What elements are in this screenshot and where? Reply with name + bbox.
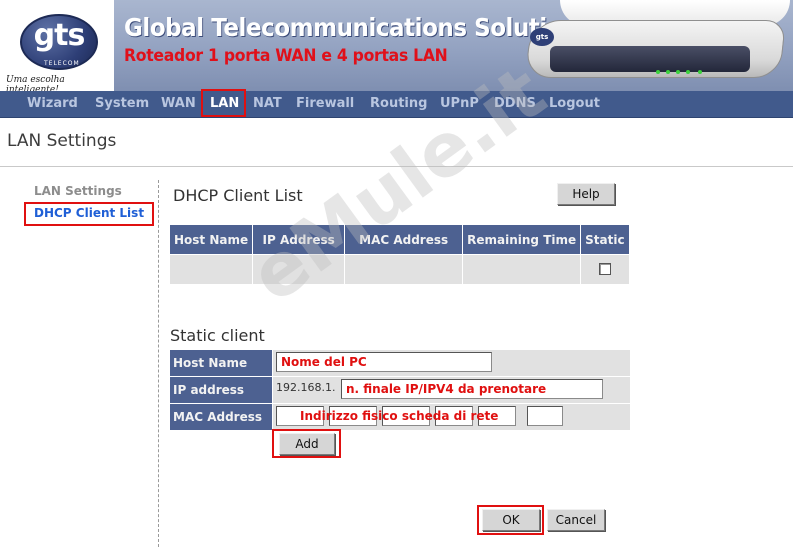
sidebar-item-dhcp-client-list[interactable]: DHCP Client List	[34, 206, 144, 220]
logo-text: gts	[33, 18, 86, 53]
mac-octet-6-input[interactable]	[527, 406, 563, 426]
column-header-static: Static	[580, 224, 630, 255]
table-cell	[462, 254, 582, 285]
router-led	[656, 70, 660, 74]
static-checkbox[interactable]	[598, 263, 611, 275]
logo-subtext: TELECOM	[44, 60, 80, 67]
table-cell	[580, 254, 630, 285]
table-row	[168, 254, 630, 285]
nav-firewall[interactable]: Firewall	[296, 96, 354, 111]
router-front-panel	[550, 46, 750, 72]
ok-button[interactable]: OK	[482, 509, 540, 531]
table-cell	[344, 254, 464, 285]
host-name-input[interactable]: Nome del PC	[276, 352, 492, 372]
page-title: LAN Settings	[7, 131, 117, 151]
sidebar-item-lan-settings[interactable]: LAN Settings	[34, 184, 122, 198]
column-header-remaining-time: Remaining Time	[462, 224, 582, 255]
router-badge: gts	[530, 28, 554, 46]
mac-address-hint: Indirizzo fisico scheda di rete	[300, 409, 499, 423]
nav-nat[interactable]: NAT	[253, 96, 282, 111]
header-banner: gts TELECOM Uma escolha inteligente! Glo…	[0, 0, 793, 91]
table-cell	[252, 254, 346, 285]
ip-last-octet-input[interactable]: n. finale IP/IPV4 da prenotare	[341, 379, 603, 399]
ip-prefix: 192.168.1.	[276, 381, 336, 394]
add-button[interactable]: Add	[279, 433, 335, 455]
nav-wan[interactable]: WAN	[161, 96, 196, 111]
cancel-button[interactable]: Cancel	[547, 509, 605, 531]
router-led	[698, 70, 702, 74]
nav-logout[interactable]: Logout	[549, 96, 600, 111]
column-header-ip-address: IP Address	[252, 224, 346, 255]
nav-ddns[interactable]: DDNS	[494, 96, 536, 111]
table-cell	[168, 254, 254, 285]
title-divider	[0, 166, 793, 167]
nav-routing[interactable]: Routing	[370, 96, 427, 111]
host-name-label: Host Name	[169, 349, 273, 377]
sidebar-divider	[158, 180, 159, 547]
router-led	[676, 70, 680, 74]
nav-upnp[interactable]: UPnP	[440, 96, 479, 111]
router-image: gts	[520, 0, 793, 91]
main-nav: Wizard System WAN LAN NAT Firewall Routi…	[0, 91, 793, 118]
nav-system[interactable]: System	[95, 96, 149, 111]
router-led	[666, 70, 670, 74]
table-header-row: Host Name IP Address MAC Address Remaini…	[168, 224, 630, 255]
ip-address-label: IP address	[169, 376, 273, 404]
help-button[interactable]: Help	[557, 183, 615, 205]
router-led	[686, 70, 690, 74]
nav-lan[interactable]: LAN	[210, 96, 239, 111]
dhcp-client-table: Host Name IP Address MAC Address Remaini…	[168, 224, 630, 285]
logo-tagline: Uma escolha inteligente!	[6, 75, 65, 91]
mac-address-label: MAC Address	[169, 403, 273, 431]
static-client-title: Static client	[170, 326, 265, 345]
column-header-host-name: Host Name	[168, 224, 254, 255]
section-title: DHCP Client List	[173, 186, 303, 205]
nav-wizard[interactable]: Wizard	[27, 96, 78, 111]
column-header-mac-address: MAC Address	[344, 224, 464, 255]
logo: gts TELECOM Uma escolha inteligente!	[0, 0, 114, 91]
brand-subtitle: Roteador 1 porta WAN e 4 portas LAN	[124, 46, 448, 66]
